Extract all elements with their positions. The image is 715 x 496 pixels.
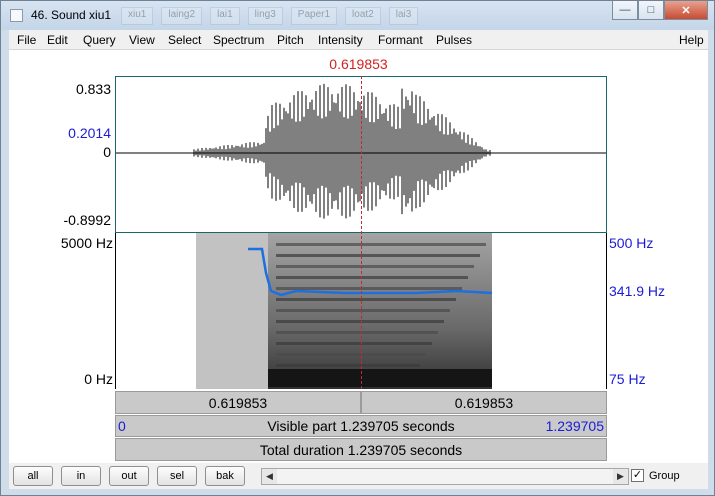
left-time: 0.619853 bbox=[208, 394, 268, 411]
ghost-tab: lai1 bbox=[210, 7, 240, 25]
right-time: 0.619853 bbox=[454, 394, 514, 411]
title-bar[interactable]: 46. Sound xiu1 xiu1 laing2 lai1 ling3 Pa… bbox=[1, 1, 714, 30]
formant-band bbox=[276, 287, 462, 290]
zoom-sel-button[interactable]: sel bbox=[157, 466, 197, 486]
spectrogram-top-freq-label: 5000 Hz bbox=[60, 235, 113, 251]
menu-pitch[interactable]: Pitch bbox=[277, 33, 304, 47]
visible-end: 1.239705 bbox=[545, 418, 604, 434]
menu-formant[interactable]: Formant bbox=[378, 33, 423, 47]
menu-view[interactable]: View bbox=[129, 33, 155, 47]
pitch-bottom-label: 75 Hz bbox=[609, 371, 646, 387]
horizontal-scrollbar[interactable]: ◀ ▶ bbox=[261, 468, 629, 485]
waveform-max-label: 0.833 bbox=[75, 81, 111, 97]
menu-pulses[interactable]: Pulses bbox=[436, 33, 472, 47]
left-time-cell[interactable]: 0.619853 bbox=[115, 391, 361, 414]
noise-region bbox=[196, 233, 268, 389]
formant-band bbox=[276, 364, 420, 367]
menu-file[interactable]: File bbox=[17, 33, 36, 47]
formant-band bbox=[276, 254, 480, 257]
ghost-tab: laing2 bbox=[161, 7, 203, 25]
ghost-tab: lai3 bbox=[388, 7, 419, 25]
pitch-top-label: 500 Hz bbox=[609, 235, 654, 251]
group-checkbox[interactable]: ✓ bbox=[631, 469, 644, 482]
formant-band bbox=[276, 331, 438, 334]
menu-help[interactable]: Help bbox=[679, 33, 704, 47]
menu-edit[interactable]: Edit bbox=[47, 33, 68, 47]
ghost-tab: Paper1 bbox=[290, 7, 338, 25]
total-duration-bar[interactable]: Total duration 1.239705 seconds bbox=[115, 438, 607, 461]
waveform-signal bbox=[193, 83, 491, 219]
zoom-back-button[interactable]: bak bbox=[205, 466, 245, 486]
ghost-tab: xiu1 bbox=[121, 7, 154, 25]
bottom-toolbar: all in out sel bak ◀ ▶ ✓ Group bbox=[9, 463, 708, 489]
selection-time-bar: 0.619853 0.619853 bbox=[115, 391, 607, 414]
menu-intensity[interactable]: Intensity bbox=[318, 33, 363, 47]
scroll-right-arrow-icon[interactable]: ▶ bbox=[613, 469, 628, 484]
formant-band bbox=[276, 298, 456, 301]
cursor-time-label: 0.619853 bbox=[329, 56, 388, 72]
formant-band bbox=[276, 342, 432, 345]
menu-query[interactable]: Query bbox=[83, 33, 116, 47]
formant-band bbox=[276, 265, 474, 268]
menu-select[interactable]: Select bbox=[168, 33, 201, 47]
waveform-cursor-value-label: 0.2014 bbox=[68, 125, 111, 141]
formant-band bbox=[276, 353, 426, 356]
group-label: Group bbox=[649, 469, 680, 482]
total-duration-text: Total duration 1.239705 seconds bbox=[259, 441, 463, 458]
scroll-left-arrow-icon[interactable]: ◀ bbox=[262, 469, 277, 484]
menu-spectrum[interactable]: Spectrum bbox=[213, 33, 264, 47]
close-button[interactable]: ✕ bbox=[664, 1, 708, 20]
group-option[interactable]: ✓ Group bbox=[631, 469, 680, 482]
formant-band bbox=[276, 320, 444, 323]
zoom-in-button[interactable]: in bbox=[61, 466, 101, 486]
visible-part-bar[interactable]: 0 Visible part 1.239705 seconds 1.239705 bbox=[115, 415, 607, 437]
background-taskbar: xiu1 laing2 lai1 ling3 Paper1 loat2 lai3 bbox=[121, 7, 419, 25]
spectrogram-bottom-freq-label: 0 Hz bbox=[84, 371, 113, 387]
maximize-button[interactable]: □ bbox=[638, 1, 664, 20]
formant-band bbox=[276, 276, 468, 279]
voicing-bar bbox=[268, 369, 492, 387]
formant-band bbox=[276, 309, 450, 312]
right-time-cell[interactable]: 0.619853 bbox=[361, 391, 607, 414]
waveform-zero-label: 0 bbox=[103, 144, 111, 160]
zoom-out-button[interactable]: out bbox=[109, 466, 149, 486]
check-icon: ✓ bbox=[632, 469, 643, 481]
praat-sound-window: 46. Sound xiu1 xiu1 laing2 lai1 ling3 Pa… bbox=[0, 0, 715, 496]
zoom-all-button[interactable]: all bbox=[13, 466, 53, 486]
window-icon bbox=[10, 9, 23, 22]
ghost-tab: ling3 bbox=[247, 7, 283, 25]
window-title: 46. Sound xiu1 bbox=[31, 8, 112, 22]
waveform-min-label: -0.8992 bbox=[63, 212, 111, 228]
pitch-cursor-label: 341.9 Hz bbox=[609, 283, 666, 299]
visible-part-text: Visible part 1.239705 seconds bbox=[267, 418, 455, 434]
formant-band bbox=[276, 243, 486, 246]
cursor-line bbox=[361, 76, 362, 389]
ghost-tab: loat2 bbox=[345, 7, 381, 25]
minimize-button[interactable]: — bbox=[612, 1, 638, 20]
menu-bar: File Edit Query View Select Spectrum Pit… bbox=[9, 30, 708, 50]
